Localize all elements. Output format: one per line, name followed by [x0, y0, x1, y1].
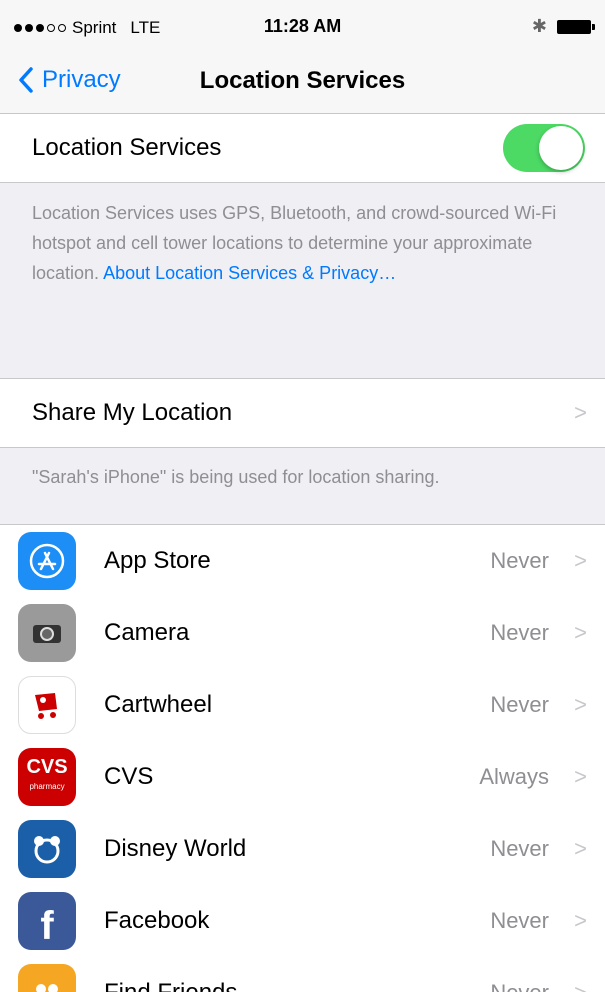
- app-store-icon: [18, 532, 76, 590]
- chevron-right-icon: >: [574, 836, 587, 861]
- share-my-location-label: Share My Location: [32, 399, 233, 426]
- find-friends-icon: [18, 964, 76, 992]
- about-location-privacy-link[interactable]: About Location Services & Privacy…: [103, 263, 396, 283]
- status-bar: Sprint LTE 11:28 AM ✱: [0, 0, 605, 50]
- chevron-right-icon: >: [574, 620, 587, 645]
- cartwheel-icon: [18, 676, 76, 734]
- app-row[interactable]: App Store Never >: [0, 525, 605, 597]
- app-location-status: Never: [490, 620, 549, 645]
- chevron-right-icon: >: [574, 400, 587, 425]
- app-location-status: Never: [490, 908, 549, 933]
- location-services-footer: Location Services uses GPS, Bluetooth, a…: [32, 198, 577, 288]
- chevron-right-icon: >: [574, 764, 587, 789]
- disney-world-icon: [18, 820, 76, 878]
- app-name: Cartwheel: [104, 691, 213, 718]
- chevron-right-icon: >: [574, 980, 587, 992]
- page-title: Location Services: [199, 67, 406, 94]
- navigation-bar: Privacy Location Services: [0, 50, 605, 114]
- divider: [0, 182, 605, 183]
- bluetooth-icon: ✱: [531, 16, 547, 36]
- location-services-cell: Location Services: [0, 114, 605, 182]
- app-name: Camera: [104, 619, 190, 646]
- app-row[interactable]: CVS pharmacy CVS Always >: [0, 741, 605, 813]
- location-services-toggle[interactable]: [503, 124, 585, 172]
- share-my-location-cell[interactable]: Share My Location >: [0, 379, 605, 447]
- status-time: 11:28 AM: [263, 16, 342, 36]
- camera-icon: [18, 604, 76, 662]
- app-location-status: Always: [479, 764, 549, 789]
- battery-icon: [557, 19, 595, 34]
- cvs-icon: CVS pharmacy: [18, 748, 76, 806]
- app-name: CVS: [104, 763, 154, 790]
- share-location-footer: "Sarah's iPhone" is being used for locat…: [32, 467, 440, 487]
- app-location-status: Never: [490, 980, 549, 992]
- location-services-label: Location Services: [32, 134, 222, 161]
- divider: [0, 447, 605, 448]
- app-name: Facebook: [104, 907, 210, 934]
- chevron-right-icon: >: [574, 692, 587, 717]
- facebook-icon: f: [18, 892, 76, 950]
- app-name: Disney World: [104, 835, 247, 862]
- status-right: ✱: [531, 16, 595, 37]
- app-location-status: Never: [490, 548, 549, 573]
- chevron-right-icon: >: [574, 908, 587, 933]
- app-location-status: Never: [490, 692, 549, 717]
- app-row[interactable]: Disney World Never >: [0, 813, 605, 885]
- app-location-status: Never: [490, 836, 549, 861]
- app-name: Find Friends: [104, 979, 237, 992]
- app-name: App Store: [104, 547, 211, 574]
- app-row[interactable]: Find Friends Never >: [0, 957, 605, 992]
- toggle-knob: [539, 126, 583, 170]
- app-row[interactable]: f Facebook Never >: [0, 885, 605, 957]
- app-row[interactable]: Cartwheel Never >: [0, 669, 605, 741]
- app-row[interactable]: Camera Never >: [0, 597, 605, 669]
- chevron-right-icon: >: [574, 548, 587, 573]
